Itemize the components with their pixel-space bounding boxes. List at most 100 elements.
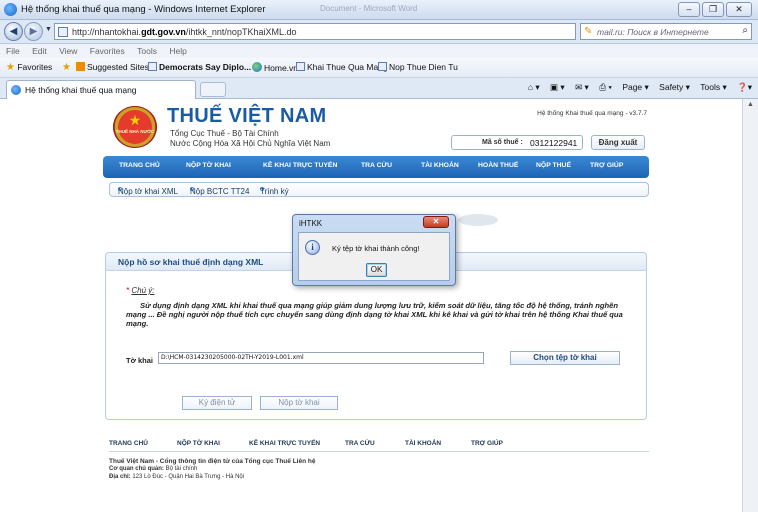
page-icon [58, 27, 68, 37]
fav-democrats[interactable]: Democrats Say Diplo... ▾ [148, 62, 258, 73]
system-version: Hệ thống Khai thuế qua mạng - v3.7.7 [537, 110, 647, 117]
logout-button[interactable]: Đăng xuất [591, 135, 645, 150]
nav-tro-giup[interactable]: TRỢ GIÚP [590, 162, 623, 169]
globe-icon [252, 62, 262, 72]
tab-bar: Hệ thống khai thuế qua mạng ⌂ ▾ ▣ ▾ ✉ ▾ … [0, 78, 758, 99]
home-icon[interactable]: ⌂ ▾ [528, 82, 540, 92]
tax-seal-logo: ★ THUẾ NHÀ NƯỚC [113, 106, 157, 148]
favorites-button[interactable]: ★ Favorites [6, 62, 52, 73]
search-icon[interactable]: ⌕ [742, 25, 748, 36]
footer-nav-trang-chu[interactable]: TRANG CHỦ [109, 440, 148, 447]
footer-divider [109, 451, 649, 452]
mail-icon[interactable]: ✉ ▾ [575, 82, 589, 92]
file-label: Tờ khai [126, 356, 154, 365]
panel-title: Nộp hồ sơ khai thuế định dạng XML [118, 257, 264, 267]
nav-nop-to-khai[interactable]: NỘP TỜ KHAI [186, 162, 231, 169]
footer-nav-ke-khai[interactable]: KÊ KHAI TRỰC TUYẾN [249, 440, 320, 447]
fav-nop-thue[interactable]: Nop Thue Dien Tu [378, 62, 458, 72]
nav-tra-cuu[interactable]: TRA CỨU [361, 162, 392, 169]
choose-file-button[interactable]: Chọn tệp tờ khai [510, 351, 620, 365]
search-placeholder: mail.ru: Поиск в Интернете [597, 27, 709, 37]
file-path-input[interactable]: D:\HCM-0314230205000-02TH-Y2019-L001.xml [158, 352, 484, 364]
address-toolbar: ◀ ▶ ▼ http://nhantokhai.gdt.gov.vn/ihtkk… [0, 20, 758, 44]
history-dropdown-icon[interactable]: ▼ [45, 26, 52, 33]
main-nav: TRANG CHỦ NỘP TỜ KHAI KÊ KHAI TRỰC TUYẾN… [103, 156, 649, 178]
ok-button[interactable]: OK [366, 263, 387, 277]
footer-nav-tai-khoan[interactable]: TÀI KHOẢN [405, 440, 441, 447]
minimize-button[interactable]: – [678, 2, 700, 17]
page-icon [378, 62, 387, 71]
window-titlebar: Hệ thống khai thuế qua mạng - Windows In… [0, 0, 758, 20]
menu-favorites[interactable]: Favorites [90, 44, 125, 58]
tab-label: Hệ thống khai thuế qua mạng [25, 85, 137, 95]
vertical-scrollbar[interactable]: ▲ [742, 99, 758, 512]
page-icon [148, 62, 157, 71]
forward-button[interactable]: ▶ [24, 22, 43, 41]
menu-bar: File Edit View Favorites Tools Help [0, 44, 758, 58]
tax-code-label: Mã số thuế : [482, 139, 523, 146]
page-icon [296, 62, 305, 71]
background-window-title: Document - Microsoft Word [320, 4, 418, 13]
maximize-button[interactable]: ❐ [702, 2, 724, 17]
menu-edit[interactable]: Edit [32, 44, 47, 58]
star-icon: ★ [128, 112, 142, 128]
dialog-message: Ký tệp tờ khai thành công! [332, 244, 420, 253]
suggested-sites-icon [76, 62, 85, 71]
search-input[interactable]: ✎ mail.ru: Поиск в Интернете ⌕ [580, 23, 752, 40]
nav-trang-chu[interactable]: TRANG CHỦ [119, 162, 160, 169]
success-dialog: iHTKK ✕ i Ký tệp tờ khai thành công! OK [292, 214, 456, 286]
command-bar: ⌂ ▾ ▣ ▾ ✉ ▾ ⎙ ▾ Page ▾ Safety ▾ Tools ▾ … [520, 82, 752, 93]
fav-suggested-sites[interactable]: Suggested Sites ▾ [76, 62, 156, 73]
site-brand: THUẾ VIỆT NAM [167, 105, 327, 127]
footer-nav-tro-giup[interactable]: TRỢ GIÚP [471, 440, 503, 447]
address-input[interactable]: http://nhantokhai.gdt.gov.vn/ihtkk_nnt/n… [54, 23, 615, 40]
background-shape [458, 214, 498, 226]
print-icon[interactable]: ⎙ ▾ [599, 82, 612, 92]
nav-hoan-thue[interactable]: HOÀN THUẾ [478, 162, 518, 169]
menu-tools[interactable]: Tools [137, 44, 157, 58]
nav-tai-khoan[interactable]: TÀI KHOẢN [421, 162, 459, 169]
favorites-star-icon: ★ [6, 62, 15, 73]
new-tab-button[interactable] [200, 82, 226, 97]
ie-logo-icon [4, 3, 17, 16]
sign-button[interactable]: Ký điện tử [182, 396, 252, 410]
safety-menu[interactable]: Safety ▾ [659, 82, 690, 92]
footer-portal-text: Thuế Việt Nam - Cổng thông tin điện tử c… [109, 458, 316, 465]
fav-khai-thue[interactable]: Khai Thue Qua Mang [296, 62, 388, 72]
dialog-body: i Ký tệp tờ khai thành công! OK [298, 232, 450, 281]
note-text: Sử dụng định dạng XML khi khai thuế qua … [126, 301, 623, 328]
back-button[interactable]: ◀ [4, 22, 23, 41]
nav-ke-khai-truc-tuyen[interactable]: KÊ KHAI TRỰC TUYẾN [263, 162, 337, 169]
submit-button[interactable]: Nộp tờ khai [260, 396, 338, 410]
note-heading: * Chú ý: [126, 286, 155, 295]
dialog-close-button[interactable]: ✕ [423, 216, 449, 228]
ie-tab-icon [11, 85, 21, 95]
tax-code-value: 0312122941 [530, 138, 578, 148]
footer-nav-tra-cuu[interactable]: TRA CỨU [345, 440, 375, 447]
tax-code-box: Mã số thuế : 0312122941 [451, 135, 583, 150]
add-favorite-icon[interactable]: ★ [62, 62, 71, 73]
menu-view[interactable]: View [59, 44, 77, 58]
url-text: http://nhantokhai.gdt.gov.vn/ihtkk_nnt/n… [72, 27, 297, 37]
footer-address: Địa chỉ: 123 Lò Đúc - Quận Hai Bà Trưng … [109, 474, 245, 480]
info-icon: i [305, 240, 320, 255]
tab-he-thong[interactable]: Hệ thống khai thuế qua mạng [6, 80, 196, 99]
page-viewport: ★ THUẾ NHÀ NƯỚC THUẾ VIỆT NAM Tổng Cục T… [0, 99, 742, 512]
nav-nop-thue[interactable]: NỘP THUẾ [536, 162, 571, 169]
favorites-bar: ★ Favorites ★ Suggested Sites ▾ Democrat… [0, 58, 758, 78]
site-subtitle-1: Tổng Cục Thuế - Bộ Tài Chính [170, 129, 279, 138]
page-menu[interactable]: Page ▾ [622, 82, 648, 92]
fav-home-vn[interactable]: Home.vn [252, 62, 298, 73]
help-icon[interactable]: ❓▾ [737, 82, 752, 92]
window-title: Hệ thống khai thuế qua mạng - Windows In… [21, 4, 266, 15]
scroll-up-icon[interactable]: ▲ [747, 101, 754, 108]
window-controls: – ❐ ✕ [678, 2, 752, 17]
close-window-button[interactable]: ✕ [726, 2, 752, 17]
tools-menu[interactable]: Tools ▾ [700, 82, 726, 92]
menu-help[interactable]: Help [169, 44, 186, 58]
footer-agency: Cơ quan chủ quản: Bộ tài chính [109, 466, 198, 472]
feeds-icon[interactable]: ▣ ▾ [550, 82, 565, 92]
footer-nav-nop-to-khai[interactable]: NỘP TỜ KHAI [177, 440, 220, 447]
sub-nav: Nộp tờ khai XML Nộp BCTC TT24 Trình ký [109, 182, 649, 197]
menu-file[interactable]: File [6, 44, 20, 58]
